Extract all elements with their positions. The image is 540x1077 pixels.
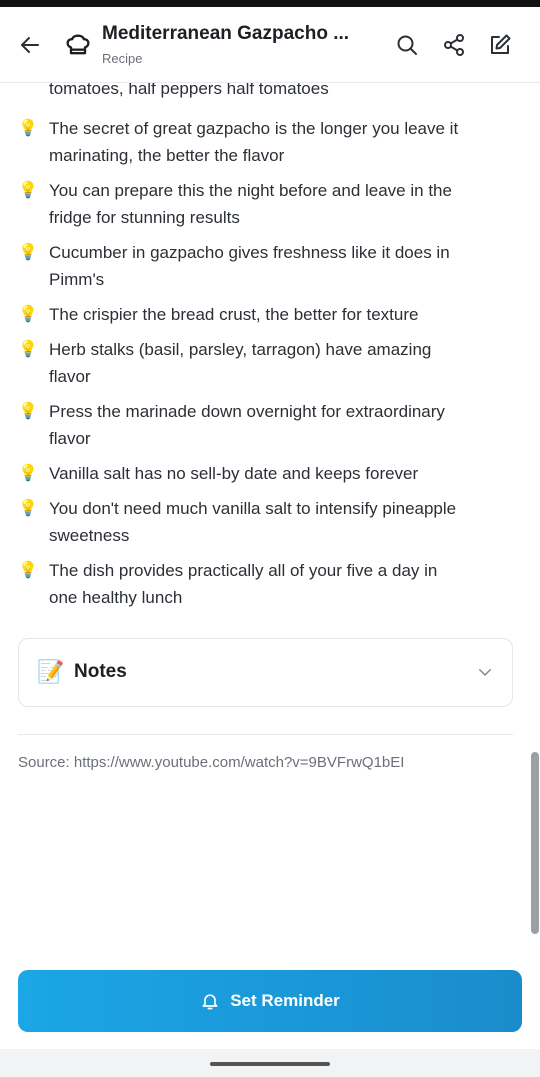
share-icon (444, 34, 464, 56)
notes-label: Notes (74, 661, 127, 682)
set-reminder-button[interactable]: Set Reminder (18, 970, 522, 1032)
home-indicator[interactable] (210, 1062, 330, 1066)
tip-text-line: marinating, the better the flavor (49, 146, 285, 165)
tip-item: 💡 The crispier the bread crust, the bette… (18, 301, 518, 328)
notes-section[interactable]: 📝 Notes (18, 638, 513, 707)
divider (18, 734, 513, 735)
tip-item: 💡 Cucumber in gazpacho gives freshness li… (18, 239, 518, 293)
tip-text-line: flavor (49, 367, 91, 386)
tip-item: 💡 You can prepare this the night before a… (18, 177, 518, 231)
tip-text: The secret of great gazpacho is the long… (49, 115, 458, 169)
scrollbar[interactable] (531, 752, 539, 934)
lightbulb-icon: 💡 (18, 403, 38, 420)
tip-text: Cucumber in gazpacho gives freshness lik… (49, 239, 450, 293)
recipe-content: tomatoes, half peppers half tomatoes 💡 Th… (0, 83, 540, 970)
status-bar (0, 0, 540, 7)
tip-item: 💡 The dish provides practically all of yo… (18, 557, 518, 611)
lightbulb-icon: 💡 (18, 562, 38, 579)
tip-text-line: one healthy lunch (49, 588, 183, 607)
tips-list: 💡 The secret of great gazpacho is the lon… (18, 115, 518, 619)
tip-item: 💡 Herb stalks (basil, parsley, tarragon) … (18, 336, 518, 390)
search-icon (397, 35, 417, 55)
lightbulb-icon: 💡 (18, 120, 38, 137)
tip-text-line: sweetness (49, 526, 130, 545)
back-button[interactable] (14, 29, 46, 61)
tip-text: You can prepare this the night before an… (49, 177, 452, 231)
tip-text-line: fridge for stunning results (49, 208, 240, 227)
memo-icon: 📝 (37, 659, 65, 684)
tip-item: 💡 Press the marinade down overnight for e… (18, 398, 518, 452)
page-title: Mediterranean Gazpacho ... (102, 23, 350, 44)
tip-text: The crispier the bread crust, the better… (49, 301, 418, 328)
tip-item: 💡 The secret of great gazpacho is the lon… (18, 115, 518, 169)
share-button[interactable] (438, 29, 470, 61)
tip-text-line: Herb stalks (basil, parsley, tarragon) h… (49, 340, 432, 359)
set-reminder-label: Set Reminder (230, 991, 340, 1010)
tip-text: You don't need much vanilla salt to inte… (49, 495, 456, 549)
tip-item: 💡 You don't need much vanilla salt to int… (18, 495, 518, 549)
tip-text: Vanilla salt has no sell-by date and kee… (49, 460, 418, 487)
tip-text: Press the marinade down overnight for ex… (49, 398, 445, 452)
search-button[interactable] (391, 29, 423, 61)
tip-text: Herb stalks (basil, parsley, tarragon) h… (49, 336, 431, 390)
tip-text: The dish provides practically all of you… (49, 557, 437, 611)
tip-item: 💡 Vanilla salt has no sell-by date and ke… (18, 460, 518, 487)
lightbulb-icon: 💡 (18, 306, 38, 323)
lightbulb-icon: 💡 (18, 341, 38, 358)
chevron-down-icon[interactable] (476, 663, 494, 686)
tip-text-line: You don't need much vanilla salt to inte… (49, 499, 457, 518)
arrow-left-icon (21, 37, 39, 53)
top-app-bar: Mediterranean Gazpacho ... Recipe (0, 7, 540, 83)
chef-hat-icon (64, 31, 94, 61)
tip-text-line: The dish provides practically all of you… (49, 561, 438, 580)
tip-text-line: Cucumber in gazpacho gives freshness lik… (49, 243, 450, 262)
bell-icon (202, 994, 218, 1010)
gesture-nav-bar (0, 1049, 540, 1077)
source-link[interactable]: Source: https://www.youtube.com/watch?v=… (18, 754, 404, 771)
tip-text-line: The crispier the bread crust, the better… (49, 305, 419, 324)
tip-text-line: flavor (49, 429, 91, 448)
edit-icon (491, 34, 511, 54)
tip-text-line: The secret of great gazpacho is the long… (49, 119, 459, 138)
edit-button[interactable] (484, 29, 516, 61)
tip-text-line: You can prepare this the night before an… (49, 181, 452, 200)
page-subtitle: Recipe (102, 51, 143, 66)
lightbulb-icon: 💡 (18, 500, 38, 517)
tip-text-line: Pimm's (49, 270, 105, 289)
tip-partial-text: tomatoes, half peppers half tomatoes (49, 83, 329, 98)
tip-text-line: Press the marinade down overnight for ex… (49, 402, 445, 421)
lightbulb-icon: 💡 (18, 182, 38, 199)
lightbulb-icon: 💡 (18, 465, 38, 482)
lightbulb-icon: 💡 (18, 244, 38, 261)
tip-text-line: Vanilla salt has no sell-by date and kee… (49, 464, 419, 483)
